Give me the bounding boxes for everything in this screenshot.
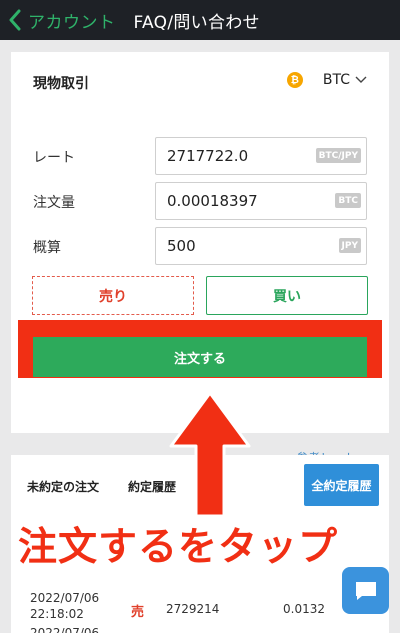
top-bar: アカウント FAQ/問い合わせ [0,0,400,40]
rate-label: レート [33,150,75,166]
rate-unit-badge: BTC/JPY [315,148,361,163]
amount-input[interactable]: 0.00018397 BTC [155,182,367,220]
tab-open-orders[interactable]: 未約定の注文 [27,478,99,495]
chevron-left-icon [9,9,21,31]
amount-label: 注文量 [33,195,75,211]
amount-value: 0.00018397 [167,192,258,210]
back-label: アカウント [28,12,116,33]
estimate-label: 概算 [33,240,61,256]
back-button[interactable]: アカウント [0,0,116,40]
coin-label: BTC [322,72,350,88]
chat-bubble-icon [355,581,376,600]
bitcoin-icon: ₿ [286,72,303,88]
amount-unit-badge: BTC [335,193,361,208]
row-price: 2729214 [166,602,220,616]
rate-value: 2717722.0 [167,147,249,165]
row-date: 2022/07/06 [30,591,100,605]
card-title: 現物取引 [33,76,89,92]
row-amount: 0.0132 [283,602,325,616]
annotation-caption: 注文するをタップ [18,525,339,570]
buy-button[interactable]: 買い [206,276,368,315]
estimate-unit-badge: JPY [338,238,361,253]
chat-button[interactable] [342,567,389,614]
estimate-input[interactable]: 500 JPY [155,227,367,265]
row-date-partial: 2022/07/06 [30,626,100,633]
row-datetime: 2022/07/06 22:18:02 [30,590,99,622]
place-order-button[interactable]: 注文する [33,337,367,377]
sell-button[interactable]: 売り [32,276,194,315]
chevron-down-icon [355,76,367,83]
rate-input[interactable]: 2717722.0 BTC/JPY [155,137,367,175]
faq-contact-link[interactable]: FAQ/問い合わせ [134,8,260,33]
all-trade-history-button[interactable]: 全約定履歴 [304,464,379,506]
up-arrow-icon [169,391,251,518]
estimate-value: 500 [167,237,196,255]
row-side-badge: 売 [131,605,145,620]
coin-selector[interactable]: ₿ BTC [286,72,367,88]
row-time: 22:18:02 [30,607,84,621]
